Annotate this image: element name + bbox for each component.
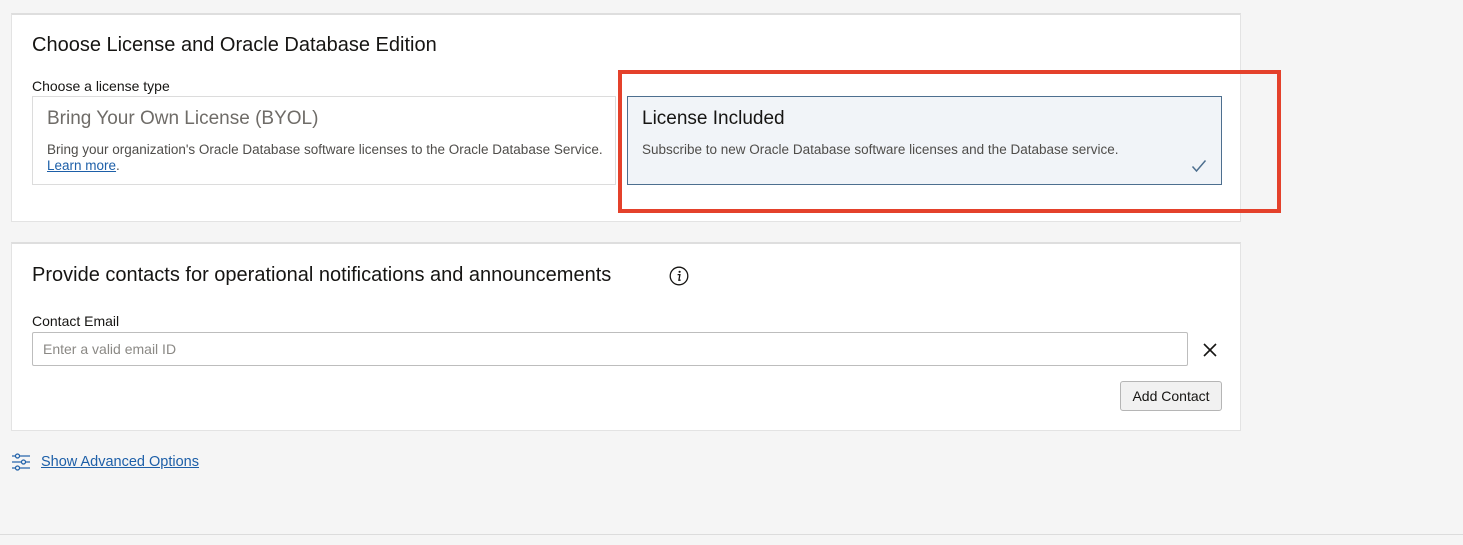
license-option-byol[interactable]: Bring Your Own License (BYOL) Bring your… — [32, 96, 616, 185]
checkmark-icon — [1191, 160, 1207, 173]
byol-description-text: Bring your organization's Oracle Databas… — [47, 142, 603, 157]
byol-description-period: . — [116, 158, 120, 173]
license-panel: Choose License and Oracle Database Editi… — [11, 13, 1241, 222]
license-type-label: Choose a license type — [32, 78, 170, 94]
learn-more-link[interactable]: Learn more — [47, 158, 116, 173]
license-included-title: License Included — [642, 108, 785, 129]
byol-title: Bring Your Own License (BYOL) — [47, 108, 319, 129]
license-option-license-included[interactable]: License Included Subscribe to new Oracle… — [627, 96, 1222, 185]
bottom-divider — [0, 534, 1463, 535]
sliders-icon[interactable] — [11, 452, 31, 472]
byol-description: Bring your organization's Oracle Databas… — [47, 142, 607, 174]
contacts-panel: Provide contacts for operational notific… — [11, 242, 1241, 431]
info-icon[interactable] — [669, 266, 689, 286]
contact-email-label: Contact Email — [32, 313, 120, 329]
contact-email-input[interactable] — [32, 332, 1188, 366]
license-section-title: Choose License and Oracle Database Editi… — [32, 34, 437, 56]
contacts-section-title: Provide contacts for operational notific… — [32, 264, 612, 286]
remove-contact-button[interactable] — [1199, 339, 1221, 361]
license-included-description: Subscribe to new Oracle Database softwar… — [642, 142, 1119, 157]
add-contact-button[interactable]: Add Contact — [1120, 381, 1222, 411]
show-advanced-options-link[interactable]: Show Advanced Options — [41, 454, 199, 470]
close-icon — [1203, 343, 1217, 357]
advanced-options-row: Show Advanced Options — [11, 451, 199, 473]
